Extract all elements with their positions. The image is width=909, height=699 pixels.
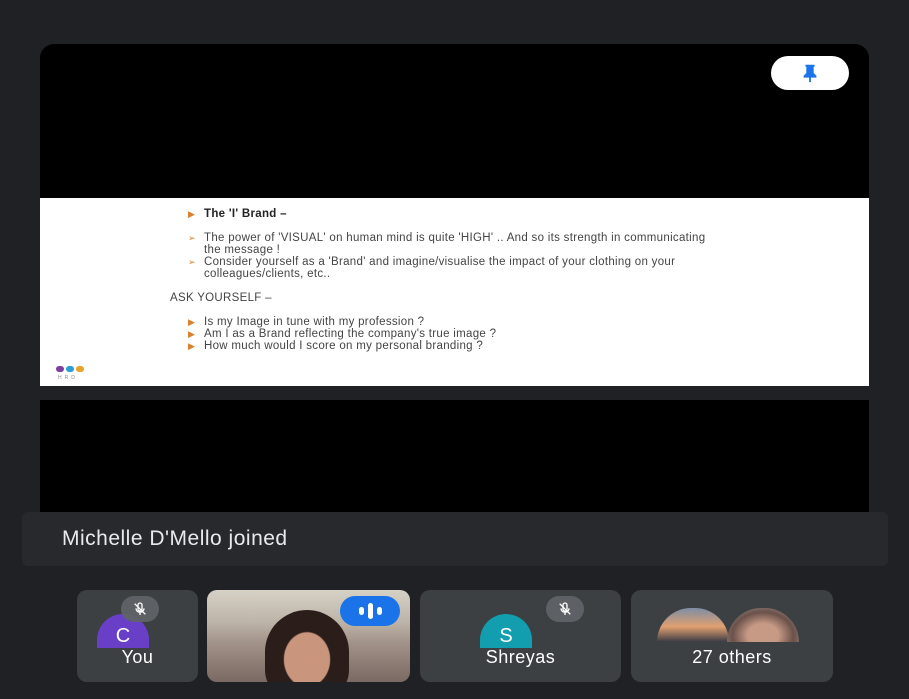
participant-name: You xyxy=(121,647,154,667)
avatar-initial: S xyxy=(499,625,513,647)
participant-tile-others[interactable]: 27 others xyxy=(631,590,833,682)
slide-bullet: Is my Image in tune with my profession ? xyxy=(204,316,425,328)
slide-heading: The 'I' Brand – xyxy=(204,208,287,220)
shared-slide: ▶ The 'I' Brand – ➢ The power of 'VISUAL' … xyxy=(40,198,869,386)
participant-tile-shreyas[interactable]: S Shreyas xyxy=(420,590,621,682)
company-logo xyxy=(56,366,84,372)
participant-count: 27 others xyxy=(692,647,772,667)
mic-off-icon xyxy=(121,596,159,622)
participant-thumbnail xyxy=(727,608,799,642)
audio-level-icon xyxy=(340,596,400,626)
company-logo-text: HRD xyxy=(58,375,78,381)
slide-bullet: Consider yourself as a 'Brand' and imagi… xyxy=(204,256,676,280)
slide-bullet: Am I as a Brand reflecting the company's… xyxy=(204,328,497,340)
slide-divider xyxy=(40,386,869,400)
pin-icon xyxy=(803,64,817,83)
bullet-arrow-icon: ▶ xyxy=(188,341,196,351)
participant-tile-you[interactable]: C You xyxy=(77,590,198,682)
bullet-arrow-icon: ➢ xyxy=(188,233,196,243)
participant-thumbnail xyxy=(657,608,729,642)
avatar-initial: C xyxy=(115,625,131,647)
slide-bullet: The power of 'VISUAL' on human mind is q… xyxy=(204,232,706,256)
participant-name: Shreyas xyxy=(485,647,556,667)
slide-bullet: How much would I score on my personal br… xyxy=(204,340,484,352)
bullet-arrow-icon: ▶ xyxy=(188,209,196,219)
presentation-stage[interactable]: ▶ The 'I' Brand – ➢ The power of 'VISUAL' … xyxy=(40,44,869,512)
slide-ask-heading: ASK YOURSELF – xyxy=(170,292,272,304)
pin-button[interactable] xyxy=(771,56,849,90)
bullet-arrow-icon: ▶ xyxy=(188,317,196,327)
participant-tile-video[interactable] xyxy=(207,590,410,682)
bullet-arrow-icon: ▶ xyxy=(188,329,196,339)
avatar: S xyxy=(480,614,532,648)
bullet-arrow-icon: ➢ xyxy=(188,257,196,267)
mic-off-icon xyxy=(546,596,584,622)
join-notification: Michelle D'Mello joined xyxy=(22,512,888,566)
